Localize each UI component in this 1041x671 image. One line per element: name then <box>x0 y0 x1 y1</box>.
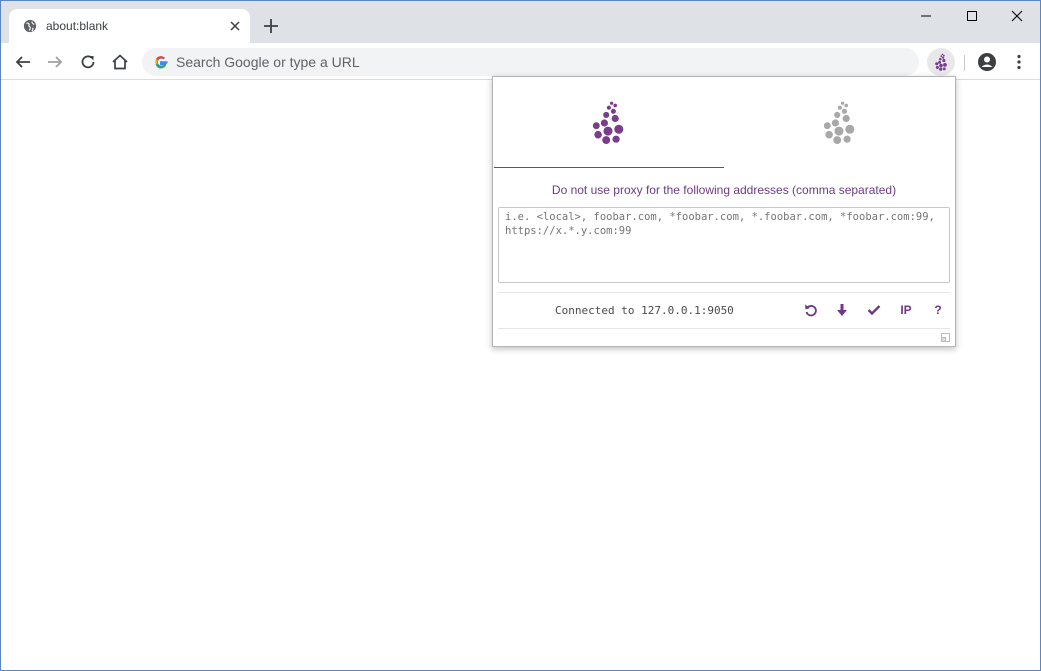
onion-grapes-active-icon <box>592 101 624 145</box>
reload-button[interactable] <box>77 51 99 73</box>
new-tab-button[interactable] <box>261 16 281 36</box>
close-icon <box>1011 10 1023 22</box>
onion-grapes-icon <box>935 53 947 71</box>
maximize-button[interactable] <box>949 1 995 31</box>
apply-button[interactable] <box>864 301 884 319</box>
divider <box>498 292 950 293</box>
minimize-icon <box>921 15 931 17</box>
reload-icon <box>81 55 95 69</box>
undo-icon <box>805 304 817 317</box>
arrow-left-icon <box>15 56 30 68</box>
mode-proxy-disabled[interactable] <box>724 77 955 169</box>
active-mode-indicator <box>494 167 724 168</box>
onion-grapes-inactive-icon <box>823 101 855 145</box>
divider-bottom <box>498 328 950 329</box>
mode-proxy-enabled[interactable] <box>493 77 724 169</box>
minimize-button[interactable] <box>903 1 949 31</box>
google-g-icon <box>155 56 168 69</box>
arrow-down-icon <box>837 304 847 316</box>
tor-proxy-extension-button[interactable] <box>927 48 955 76</box>
toolbar: Search Google or type a URL <box>1 43 1040 80</box>
bypass-list-input[interactable] <box>498 207 950 283</box>
back-button[interactable] <box>12 51 34 73</box>
omnibox[interactable]: Search Google or type a URL <box>142 48 919 76</box>
tab-about-blank[interactable]: about:blank <box>9 9 250 43</box>
profile-button[interactable] <box>976 51 998 73</box>
maximize-icon <box>967 11 977 21</box>
home-icon <box>112 54 128 70</box>
mode-switcher <box>493 77 955 169</box>
close-window-button[interactable] <box>994 1 1040 31</box>
tab-title: about:blank <box>46 19 109 33</box>
proxy-extension-popup: Do not use proxy for the following addre… <box>492 76 956 347</box>
more-vert-icon <box>1017 54 1021 70</box>
connection-status: Connected to 127.0.0.1:9050 <box>555 304 734 317</box>
bypass-info-text: Do not use proxy for the following addre… <box>551 183 897 197</box>
tab-strip: about:blank <box>1 1 1040 43</box>
browser-window: about:blank Search Google or type a URL … <box>0 0 1041 671</box>
globe-icon <box>23 19 37 33</box>
arrow-right-icon <box>48 56 63 68</box>
reset-button[interactable] <box>801 301 821 319</box>
download-button[interactable] <box>832 301 852 319</box>
checkmark-icon <box>867 305 881 316</box>
help-button[interactable]: ? <box>928 301 948 319</box>
account-circle-icon <box>978 53 996 71</box>
close-tab-icon[interactable] <box>227 18 243 34</box>
omnibox-placeholder: Search Google or type a URL <box>176 54 360 70</box>
check-ip-button[interactable]: IP <box>896 301 916 319</box>
toolbar-separator <box>964 55 965 71</box>
menu-button[interactable] <box>1008 51 1030 73</box>
forward-button[interactable] <box>44 51 66 73</box>
home-button[interactable] <box>109 51 131 73</box>
resize-handle-icon[interactable] <box>941 333 950 342</box>
